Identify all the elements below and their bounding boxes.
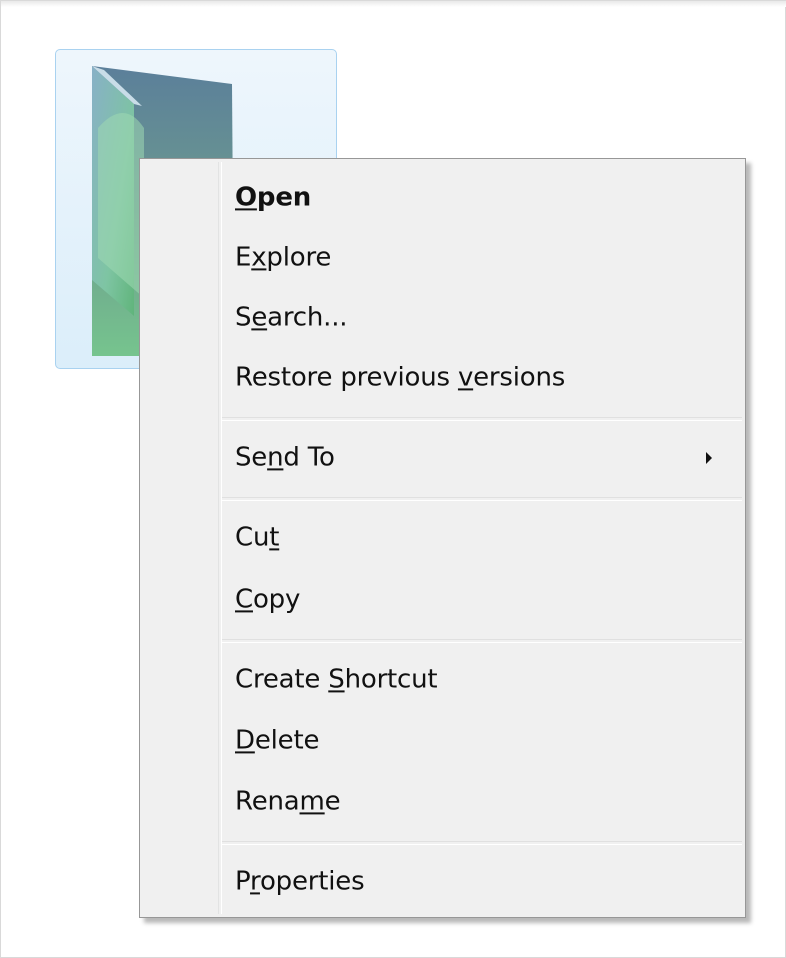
menu-item-label: Create Shortcut	[235, 664, 438, 695]
menu-item-label: Copy	[235, 584, 301, 615]
menu-item-label: Rename	[235, 786, 341, 817]
menu-item-label: Restore previous versions	[235, 362, 566, 393]
menu-item-label: Explore	[235, 242, 332, 273]
menu-item-label: Search...	[235, 302, 348, 333]
menu-separator	[222, 417, 742, 421]
menu-item-label: Open	[235, 182, 312, 213]
context-menu: Open Explore Search... Restore previous …	[139, 158, 746, 918]
menu-item-rename[interactable]: Rename	[143, 775, 742, 829]
window-top-edge	[1, 1, 786, 7]
menu-item-search[interactable]: Search...	[143, 291, 742, 345]
desktop-background: Open Explore Search... Restore previous …	[0, 0, 786, 958]
menu-separator	[222, 639, 742, 643]
menu-separator	[222, 497, 742, 501]
submenu-arrow-icon	[706, 452, 712, 464]
menu-item-open[interactable]: Open	[143, 171, 742, 225]
menu-item-explore[interactable]: Explore	[143, 231, 742, 285]
menu-item-label: Delete	[235, 725, 320, 756]
menu-item-label: Send To	[235, 442, 335, 473]
menu-item-send-to[interactable]: Send To	[143, 431, 742, 485]
menu-item-label: Cut	[235, 522, 280, 553]
menu-item-properties[interactable]: Properties	[143, 855, 742, 909]
menu-item-create-shortcut[interactable]: Create Shortcut	[143, 653, 742, 707]
menu-separator	[222, 841, 742, 845]
menu-item-delete[interactable]: Delete	[143, 714, 742, 768]
menu-item-label: Properties	[235, 866, 365, 897]
menu-item-restore-previous-versions[interactable]: Restore previous versions	[143, 351, 742, 405]
menu-item-copy[interactable]: Copy	[143, 573, 742, 627]
menu-item-cut[interactable]: Cut	[143, 511, 742, 565]
